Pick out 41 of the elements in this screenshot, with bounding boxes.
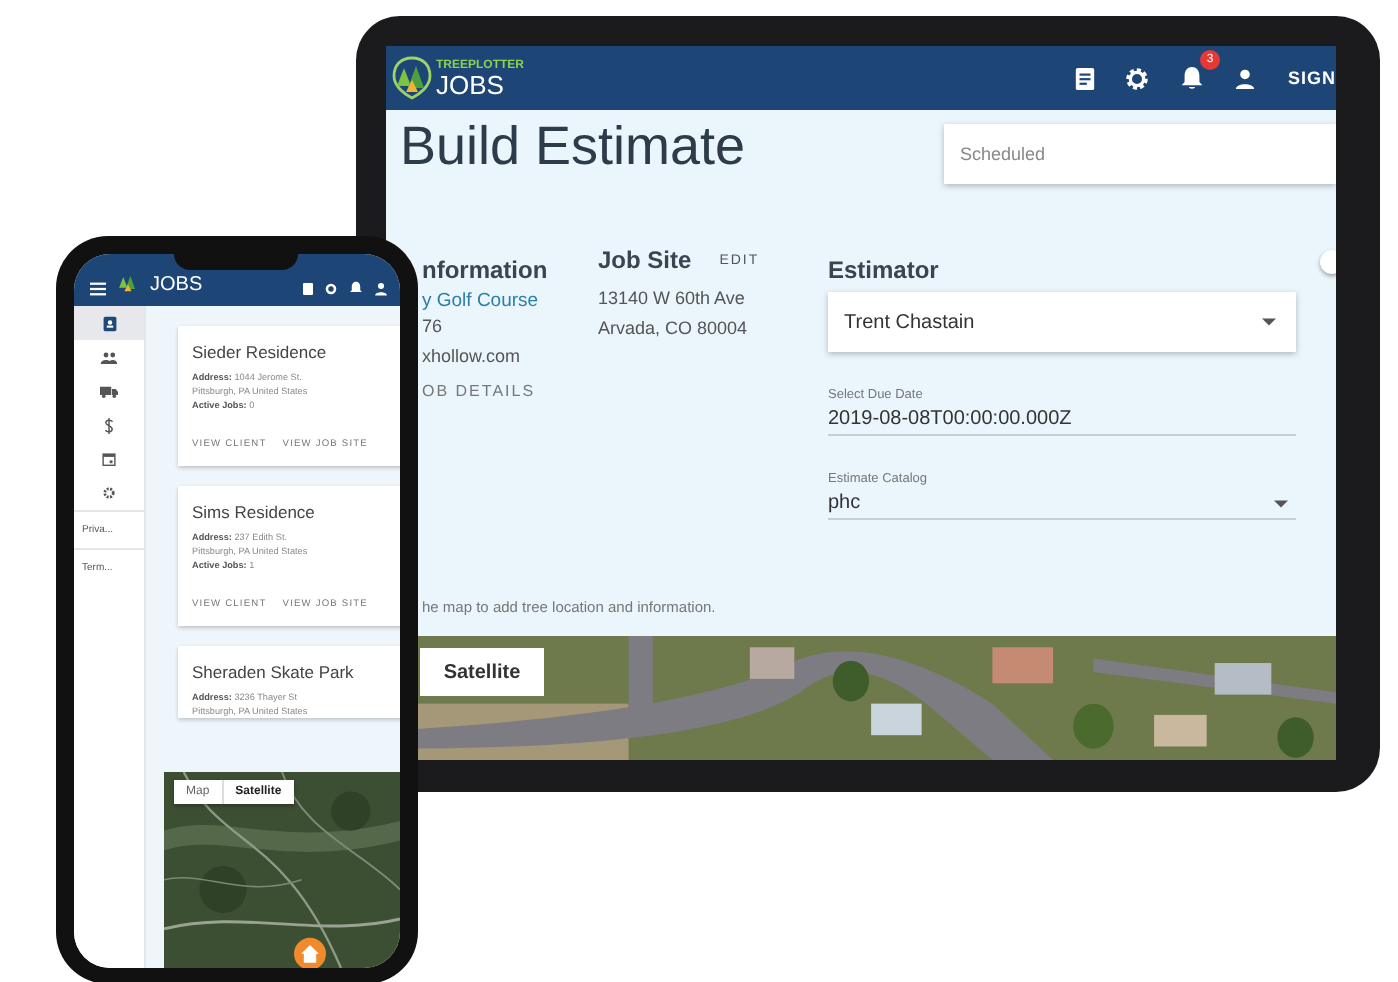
menu-icon[interactable] xyxy=(90,282,106,296)
settings-icon[interactable] xyxy=(324,282,338,296)
people-icon xyxy=(100,351,118,363)
dollar-icon xyxy=(104,417,114,433)
contact-card-icon xyxy=(101,315,117,331)
section-heading: Job Site xyxy=(598,246,692,276)
sidebar-item[interactable] xyxy=(74,306,144,340)
settings-icon xyxy=(102,486,116,500)
person-icon[interactable] xyxy=(1233,67,1256,89)
clipboard-icon[interactable] xyxy=(302,282,314,296)
client-phone: 76 xyxy=(422,314,445,340)
tree-logo-icon xyxy=(116,270,140,296)
address-line: Arvada, CO 80004 xyxy=(598,316,750,342)
caret-icon xyxy=(1262,318,1276,326)
logo-title: JOBS xyxy=(436,71,506,97)
card-title: Sheraden Skate Park xyxy=(192,662,356,682)
satellite-button[interactable]: Satellite xyxy=(420,648,544,696)
tree-logo-icon xyxy=(392,56,432,100)
client-name-link[interactable]: y Golf Course xyxy=(422,290,598,312)
calendar-icon xyxy=(102,452,116,466)
card-title: Sims Residence xyxy=(192,502,317,522)
estimator-select[interactable]: Trent Chastain xyxy=(828,292,1296,352)
home-marker-icon[interactable] xyxy=(292,936,328,968)
phone-notch xyxy=(174,254,298,270)
sign-in-link[interactable]: SIGN xyxy=(1287,68,1336,88)
bell-icon[interactable] xyxy=(348,280,364,296)
settings-icon[interactable] xyxy=(1123,65,1150,91)
bell-icon[interactable] xyxy=(1177,64,1206,92)
status-field[interactable]: Scheduled xyxy=(944,124,1336,184)
person-icon[interactable] xyxy=(374,282,388,296)
client-email: xhollow.com xyxy=(422,344,523,370)
clipboard-icon[interactable] xyxy=(1073,65,1096,91)
address-line: 13140 W 60th Ave xyxy=(598,286,747,312)
section-heading: Estimator xyxy=(828,256,941,286)
page-title: Build Estimate xyxy=(400,114,746,178)
logo-title: JOBS xyxy=(150,276,203,296)
section-heading: nformation xyxy=(422,256,550,286)
truck-icon xyxy=(100,385,118,397)
job-details-link[interactable]: OB DETAILS xyxy=(422,382,598,400)
card-title: Sieder Residence xyxy=(192,342,329,362)
caret-icon xyxy=(1274,499,1288,507)
